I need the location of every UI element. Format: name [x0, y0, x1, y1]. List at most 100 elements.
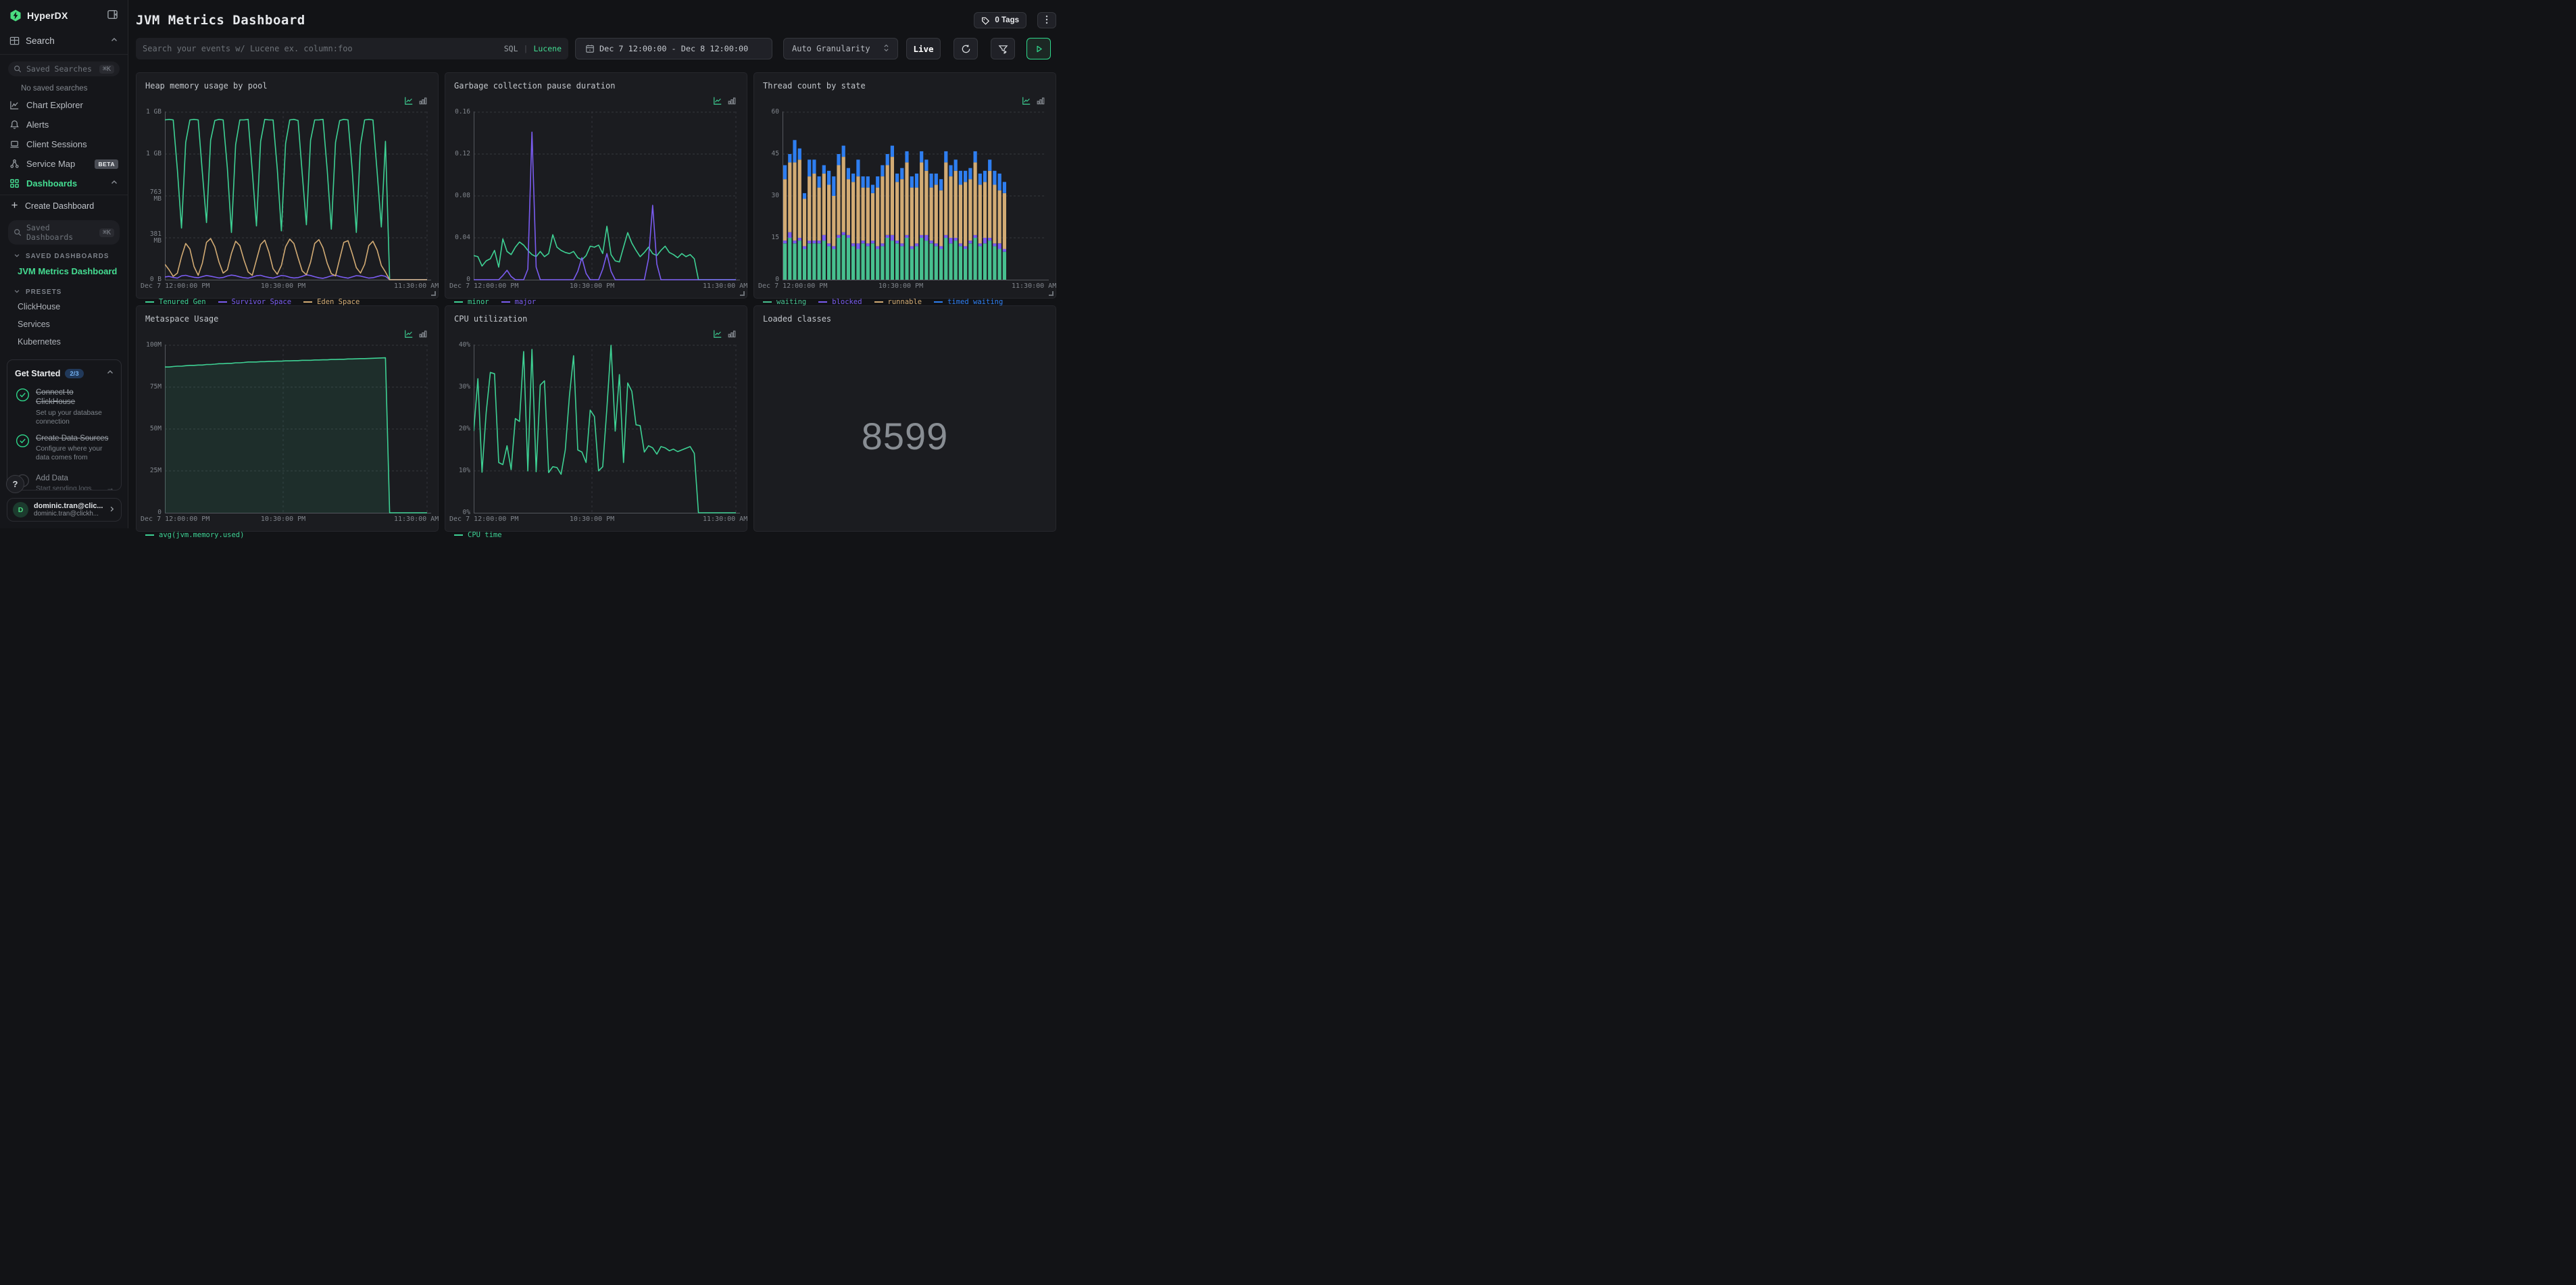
y-axis-label: 15: [771, 234, 779, 242]
y-axis-label: 25M: [149, 467, 162, 475]
event-search-input[interactable]: Search your events w/ Lucene ex. column:…: [136, 38, 568, 59]
step-title: Connect to ClickHouse: [36, 388, 76, 407]
bar-chart-icon[interactable]: [727, 329, 737, 342]
chevron-up-icon[interactable]: [106, 368, 114, 380]
saved-searches-input[interactable]: Saved Searches ⌘K: [8, 61, 120, 76]
panel-resize-handle[interactable]: [1049, 291, 1054, 296]
filter-edit-icon: [998, 44, 1008, 54]
legend-swatch: [818, 301, 828, 303]
preset-kubernetes[interactable]: Kubernetes: [0, 333, 128, 351]
legend-item[interactable]: CPU time: [454, 531, 502, 539]
laptop-icon: [9, 139, 20, 149]
loaded-classes-value: 8599: [861, 415, 949, 457]
line-chart-icon[interactable]: [404, 329, 414, 342]
tag-icon: [981, 16, 990, 25]
bar-chart-icon[interactable]: [1036, 96, 1045, 109]
kebab-menu-icon: [1045, 15, 1048, 26]
preset-services[interactable]: Services: [0, 316, 128, 333]
filter-button[interactable]: [991, 38, 1015, 59]
sidebar-item-service-map[interactable]: Service Map BETA: [0, 154, 128, 174]
panel-thread-count: Thread count by state 60 45 30 15 0 Dec 7 12…: [753, 72, 1057, 306]
x-axis-labels: Dec 7 12:00:00 PM 10:30:00 PM 11:30:00 AM: [449, 515, 747, 524]
line-chart-icon[interactable]: [713, 96, 722, 109]
help-button[interactable]: ?: [6, 475, 24, 493]
panel-menu-button[interactable]: [1037, 12, 1056, 28]
chart-legend: avg(jvm.memory.used): [145, 531, 438, 539]
chart-legend: CPU time: [454, 531, 747, 539]
bar-chart-icon[interactable]: [727, 96, 737, 109]
run-query-button[interactable]: [1026, 38, 1051, 59]
dashboard-link-jvm-metrics[interactable]: JVM Metrics Dashboard: [0, 262, 128, 280]
sidebar-item-label: Chart Explorer: [26, 100, 83, 110]
get-started-step-connect[interactable]: Connect to ClickHouse Set up your databa…: [7, 382, 121, 428]
y-axis-label: 763 MB: [149, 188, 162, 203]
get-started-step-sources[interactable]: Create Data Sources Configure where your…: [7, 428, 121, 464]
play-icon: [1035, 45, 1043, 53]
panel-title: Loaded classes: [763, 314, 832, 324]
x-axis-label: 11:30:00 AM: [1011, 282, 1057, 290]
panel-resize-handle[interactable]: [740, 291, 745, 296]
x-axis-label: Dec 7 12:00:00 PM: [141, 282, 210, 290]
panel-resize-handle[interactable]: [431, 291, 436, 296]
lucene-option[interactable]: Lucene: [533, 44, 562, 53]
preset-clickhouse[interactable]: ClickHouse: [0, 298, 128, 316]
refresh-button[interactable]: [953, 38, 978, 59]
chart-canvas: [165, 345, 431, 513]
user-menu[interactable]: D dominic.tran@clic... dominic.tran@clic…: [7, 498, 122, 522]
sidebar-collapse-button[interactable]: [107, 9, 118, 22]
group-saved-dashboards[interactable]: SAVED DASHBOARDS: [0, 245, 128, 262]
thread-count-plot: 60 45 30 15 0: [772, 109, 1053, 282]
sidebar-section-search[interactable]: Search: [0, 29, 128, 53]
no-saved-searches-note: No saved searches: [21, 84, 88, 93]
separator: |: [523, 44, 528, 53]
saved-dashboards-input[interactable]: Saved Dashboards ⌘K: [8, 220, 120, 245]
group-label: PRESETS: [26, 288, 62, 296]
panel-cpu: CPU utilization 40% 30% 20% 10% 0% Dec 7 12:…: [445, 305, 747, 539]
x-axis-label: Dec 7 12:00:00 PM: [758, 282, 828, 290]
legend-swatch: [763, 301, 772, 303]
y-axis-label: 20%: [458, 425, 470, 433]
arrow-right-icon: →: [106, 482, 114, 490]
sidebar-item-label: Dashboards: [26, 178, 78, 188]
date-range-picker[interactable]: Dec 7 12:00:00 - Dec 8 12:00:00: [575, 38, 772, 59]
user-email: dominic.tran@clickh...: [34, 510, 99, 518]
create-dashboard-button[interactable]: Create Dashboard: [0, 195, 128, 213]
dashboard-grid: Heap memory usage by pool 1 GB 1 GB 763 MB…: [136, 72, 1057, 539]
sidebar-item-alerts[interactable]: Alerts: [0, 115, 128, 134]
get-started-step-add-data[interactable]: Add Data Start sending logs, metrics, or…: [7, 468, 121, 490]
step-subtitle: Start sending logs, metrics, or traces: [36, 485, 94, 490]
chart-canvas: [474, 345, 740, 513]
shortcut-badge: ⌘K: [99, 228, 114, 237]
sidebar-item-chart-explorer[interactable]: Chart Explorer: [0, 95, 128, 115]
bar-chart-icon[interactable]: [418, 96, 428, 109]
query-language-toggle[interactable]: SQL | Lucene: [504, 44, 562, 53]
x-axis-label: Dec 7 12:00:00 PM: [449, 282, 519, 290]
legend-item[interactable]: avg(jvm.memory.used): [145, 531, 244, 539]
live-button[interactable]: Live: [906, 38, 941, 59]
y-axis-label: 0.16: [455, 108, 470, 116]
bar-chart-icon[interactable]: [418, 329, 428, 342]
line-chart-icon[interactable]: [713, 329, 722, 342]
calendar-icon: [585, 44, 595, 53]
tags-label: 0 Tags: [995, 16, 1019, 24]
service-map-icon: [9, 159, 20, 169]
sql-option[interactable]: SQL: [504, 44, 518, 53]
panel-heap-memory: Heap memory usage by pool 1 GB 1 GB 763 MB…: [136, 72, 439, 306]
tags-button[interactable]: 0 Tags: [974, 12, 1026, 28]
y-axis-label: 40%: [458, 341, 470, 349]
line-chart-icon[interactable]: [404, 96, 414, 109]
x-axis-label: 10:30:00 PM: [878, 282, 924, 290]
chart-canvas: [783, 111, 1049, 280]
granularity-select[interactable]: Auto Granularity: [783, 38, 898, 59]
sidebar-item-dashboards[interactable]: Dashboards: [0, 174, 128, 193]
sidebar-item-label: Alerts: [26, 120, 49, 130]
group-presets[interactable]: PRESETS: [0, 280, 128, 298]
x-axis-labels: Dec 7 12:00:00 PM 10:30:00 PM 11:30:00 AM: [141, 282, 439, 291]
panel-title: Garbage collection pause duration: [454, 81, 616, 91]
sidebar-item-client-sessions[interactable]: Client Sessions: [0, 134, 128, 154]
sidebar: HyperDX Search Saved Searches ⌘K No save…: [0, 0, 128, 528]
x-axis-labels: Dec 7 12:00:00 PM 10:30:00 PM 11:30:00 AM: [141, 515, 439, 524]
line-chart-icon[interactable]: [1022, 96, 1031, 109]
step-title: Add Data: [36, 474, 68, 482]
beta-badge: BETA: [95, 159, 118, 169]
